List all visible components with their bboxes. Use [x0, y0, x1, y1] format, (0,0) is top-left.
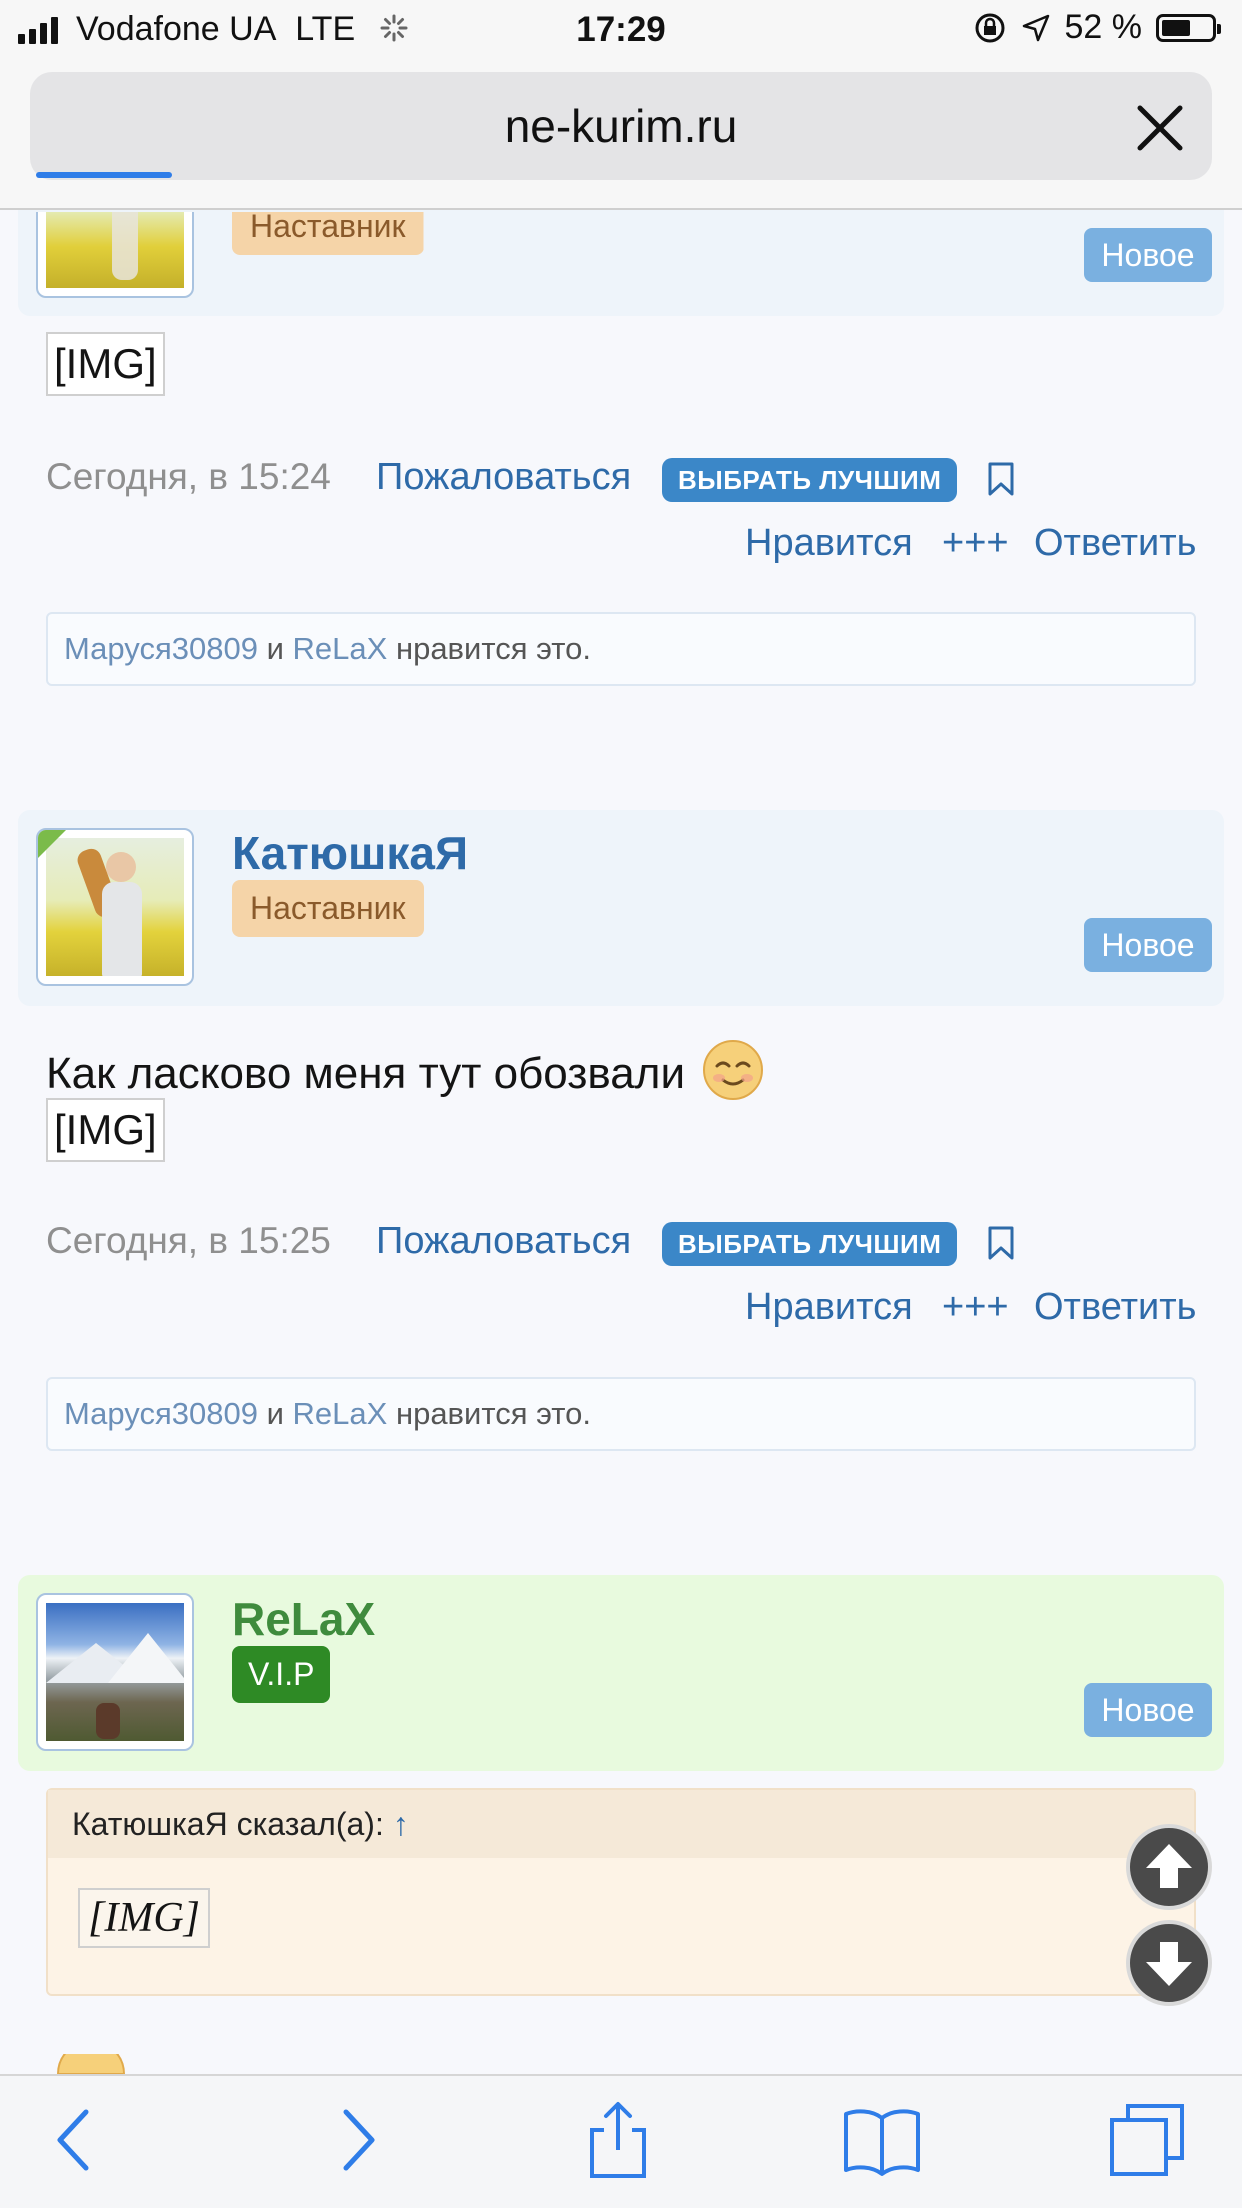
likes-summary: Маруся30809 и ReLaX нравится это. — [46, 1377, 1196, 1451]
bookmark-icon[interactable] — [988, 1226, 1014, 1260]
smiling-face-emoji — [703, 1040, 764, 1100]
reply-link[interactable]: Ответить — [1034, 522, 1196, 565]
post-header — [18, 210, 1224, 316]
scroll-down-icon — [1146, 1942, 1192, 1986]
share-icon[interactable] — [578, 2100, 658, 2180]
quote-header: КатюшкаЯ сказал(а): ↑ — [48, 1790, 1194, 1858]
quote-source-arrow[interactable]: ↑ — [393, 1806, 409, 1842]
avatar[interactable] — [36, 1593, 194, 1751]
scroll-down-button[interactable] — [1126, 1920, 1212, 2006]
status-right: 52 % — [973, 8, 1221, 47]
scroll-up-icon — [1146, 1844, 1192, 1888]
load-progress-bar — [36, 172, 172, 178]
bookmarks-icon[interactable] — [842, 2100, 922, 2180]
liker-link[interactable]: ReLaX — [293, 631, 388, 666]
role-badge: V.I.P — [232, 1646, 331, 1703]
bookmark-icon[interactable] — [988, 462, 1014, 496]
plus-link[interactable]: +++ — [942, 522, 1009, 565]
close-icon[interactable] — [1134, 102, 1186, 154]
like-link[interactable]: Нравится — [745, 522, 913, 565]
image-placeholder[interactable]: [IMG] — [46, 1098, 165, 1162]
avatar[interactable] — [36, 828, 194, 986]
forward-icon[interactable] — [314, 2100, 394, 2180]
status-bar: Vodafone UA LTE 17:29 52 % — [0, 0, 1242, 62]
choose-best-button[interactable]: ВЫБРАТЬ ЛУЧШИМ — [662, 1222, 958, 1266]
new-badge: Новое — [1084, 1683, 1212, 1737]
liker-link[interactable]: ReLaX — [293, 1396, 388, 1431]
scroll-up-button[interactable] — [1126, 1824, 1212, 1910]
plus-link[interactable]: +++ — [942, 1286, 1009, 1329]
post-header — [18, 810, 1224, 1006]
choose-best-button[interactable]: ВЫБРАТЬ ЛУЧШИМ — [662, 458, 958, 502]
new-badge: Новое — [1084, 228, 1212, 282]
reply-link[interactable]: Ответить — [1034, 1286, 1196, 1329]
report-link[interactable]: Пожаловаться — [376, 456, 631, 499]
post-date: Сегодня, в 15:24 — [46, 456, 331, 497]
role-badge: Наставник — [232, 880, 424, 937]
battery-icon — [1156, 13, 1221, 42]
tabs-icon[interactable] — [1108, 2100, 1188, 2180]
quote-block: КатюшкаЯ сказал(а): ↑ [IMG] — [46, 1788, 1196, 1996]
report-link[interactable]: Пожаловаться — [376, 1220, 631, 1263]
image-placeholder[interactable]: [IMG] — [78, 1888, 210, 1948]
post-date: Сегодня, в 15:25 — [46, 1220, 331, 1261]
likes-summary: Маруся30809 и ReLaX нравится это. — [46, 612, 1196, 686]
new-badge: Новое — [1084, 918, 1212, 972]
image-placeholder[interactable]: [IMG] — [46, 332, 165, 396]
back-icon[interactable] — [38, 2100, 118, 2180]
url-text[interactable]: ne-kurim.ru — [30, 72, 1212, 180]
like-link[interactable]: Нравится — [745, 1286, 913, 1329]
location-icon — [1022, 14, 1049, 41]
battery-percent: 52 % — [1064, 8, 1143, 46]
clock-emoji — [56, 2054, 126, 2074]
post-text: Как ласково меня тут обозвали — [46, 1038, 765, 1102]
liker-link[interactable]: Маруся30809 — [64, 631, 258, 666]
liker-link[interactable]: Маруся30809 — [64, 1396, 258, 1431]
post-author[interactable]: КатюшкаЯ — [232, 826, 468, 880]
rotation-lock-icon — [975, 13, 1004, 42]
post-header — [18, 1575, 1224, 1771]
post-author[interactable]: ReLaX — [232, 1592, 375, 1646]
